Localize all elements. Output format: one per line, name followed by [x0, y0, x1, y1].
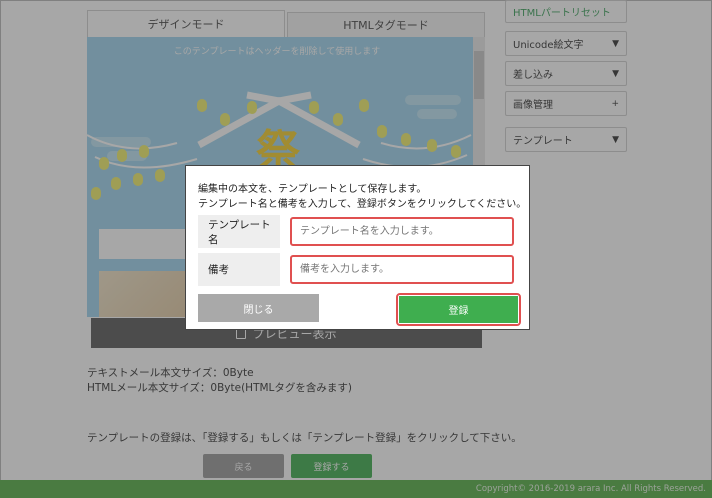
template-name-label: テンプレート名: [198, 215, 280, 248]
register-button[interactable]: 登録: [399, 296, 518, 323]
note-input[interactable]: [290, 255, 514, 284]
close-button[interactable]: 閉じる: [198, 294, 319, 322]
save-template-dialog: 編集中の本文を、テンプレートとして保存します。 テンプレート名と備考を入力して、…: [185, 165, 530, 330]
dialog-message-line1: 編集中の本文を、テンプレートとして保存します。: [198, 184, 427, 195]
note-label: 備考: [198, 253, 280, 286]
dialog-message-line2: テンプレート名と備考を入力して、登録ボタンをクリックしてください。: [198, 199, 527, 210]
template-name-input[interactable]: [290, 217, 514, 246]
